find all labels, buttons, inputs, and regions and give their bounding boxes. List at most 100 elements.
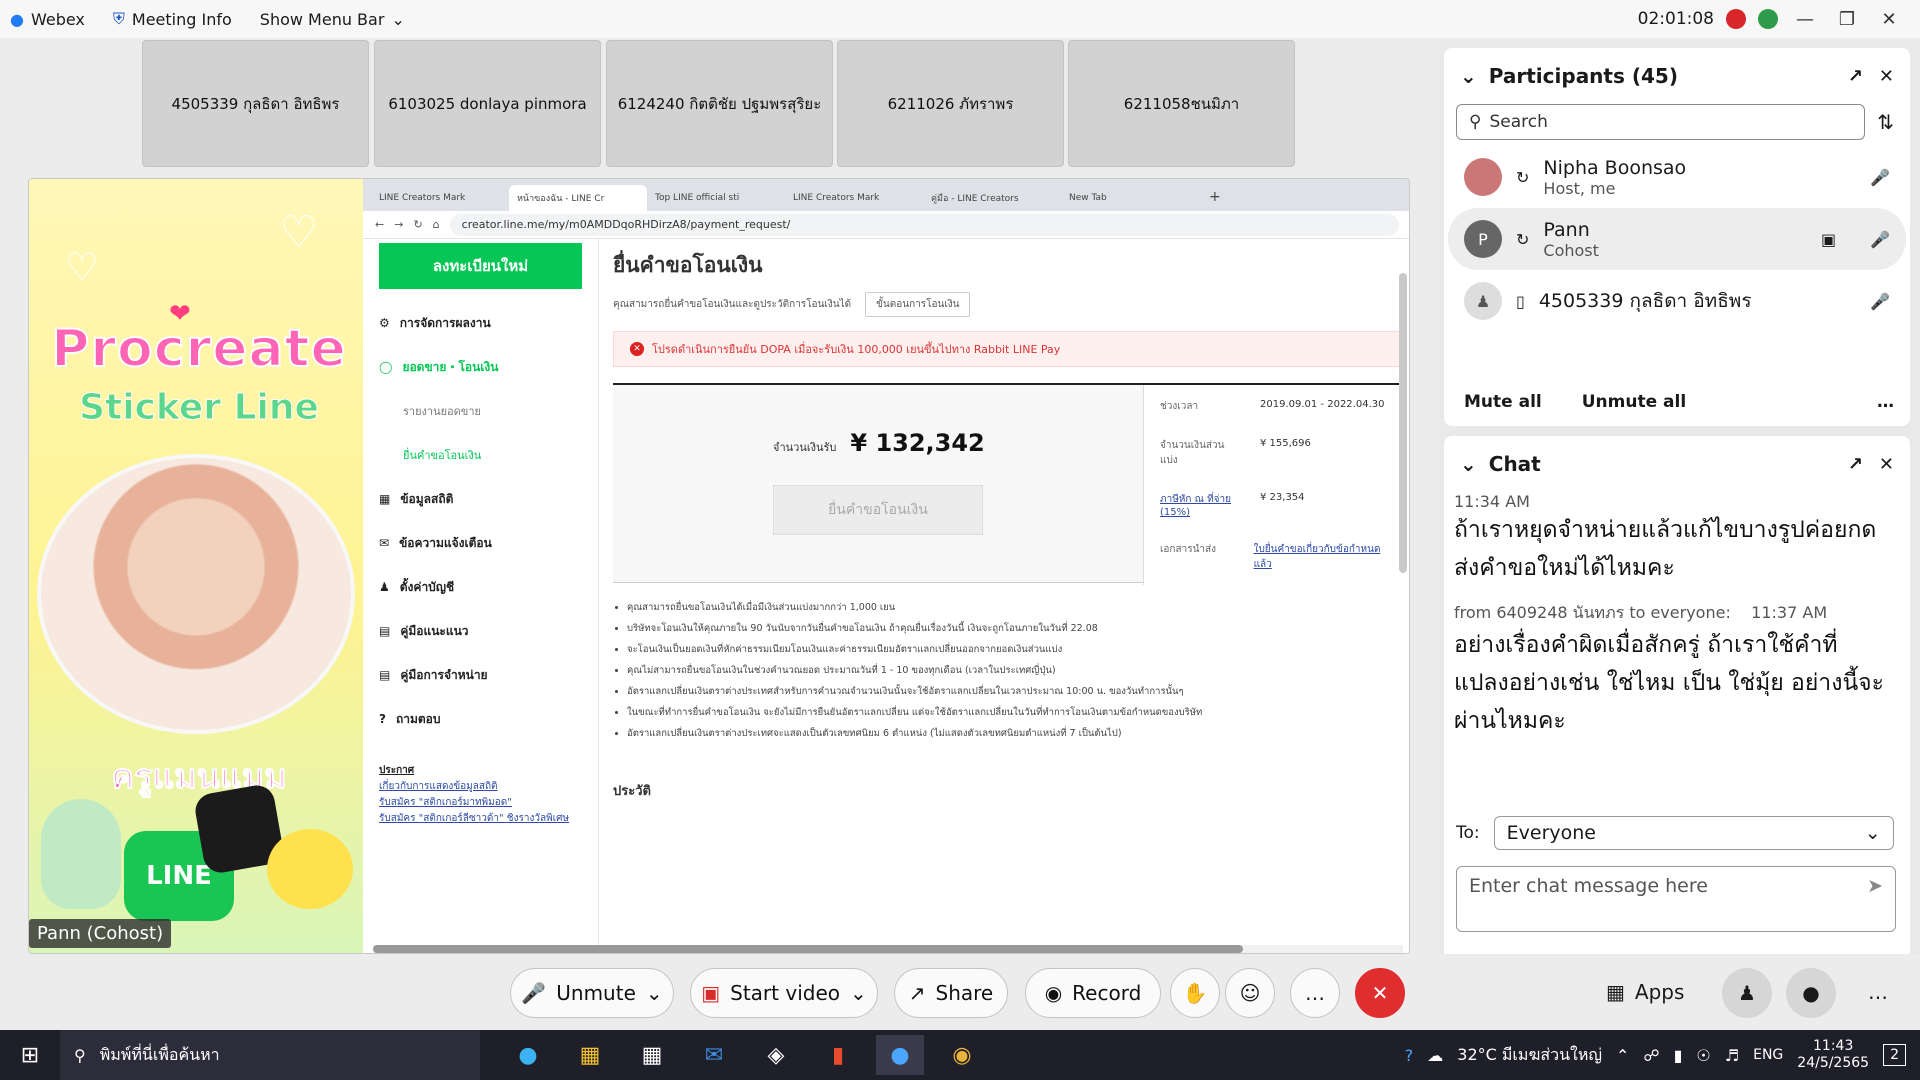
weather-text[interactable]: 32°C มีเมฆส่วนใหญ่ bbox=[1457, 1043, 1602, 1068]
notification-icon[interactable]: 2 bbox=[1883, 1044, 1906, 1066]
mic-on-icon[interactable]: 🎤 bbox=[1870, 230, 1890, 249]
back-icon[interactable]: ← bbox=[375, 218, 384, 231]
horizontal-scrollbar[interactable] bbox=[373, 945, 1403, 953]
participant-tile[interactable]: 4505339 กุลธิดา อิทธิพร bbox=[142, 40, 369, 167]
tray-icon[interactable]: ☍ bbox=[1643, 1046, 1659, 1065]
browser-tab-active[interactable]: หน้าของฉัน - LINE Cr bbox=[509, 185, 647, 211]
participant-tile[interactable]: 6211058ชนมิภา bbox=[1068, 40, 1295, 167]
sidebar-item-sales[interactable]: ◯ ยอดขาย・โอนเงิน bbox=[363, 345, 598, 389]
taskbar-clock[interactable]: 11:43 24/5/2565 bbox=[1797, 1038, 1869, 1072]
recipient-select[interactable]: Everyone ⌄ bbox=[1493, 816, 1894, 850]
browser-tab[interactable]: LINE Creators Mark bbox=[371, 185, 509, 211]
close-window-icon[interactable]: ✕ bbox=[1874, 9, 1904, 30]
horizontal-scroll-thumb[interactable] bbox=[373, 945, 1243, 953]
chat-toggle[interactable]: ● bbox=[1786, 968, 1836, 1018]
mail-icon[interactable]: ✉ bbox=[690, 1035, 738, 1075]
detail-label[interactable]: ภาษีหัก ณ ที่จ่าย (15%) bbox=[1160, 492, 1240, 518]
more-icon[interactable]: … bbox=[1877, 392, 1894, 412]
mute-all-button[interactable]: Mute all bbox=[1464, 392, 1542, 412]
muted-mic-icon[interactable]: 🎤 bbox=[1870, 292, 1890, 311]
apps-button[interactable]: ▦ Apps bbox=[1606, 980, 1684, 1004]
browser-tab[interactable]: คู่มือ - LINE Creators bbox=[923, 185, 1061, 211]
request-transfer-button[interactable]: ยื่นคำขอโอนเงิน bbox=[773, 485, 983, 535]
steps-button[interactable]: ขั้นตอนการโอนเงิน bbox=[865, 292, 971, 317]
participant-row[interactable]: P ↻ Pann Cohost ▣ 🎤 bbox=[1448, 208, 1906, 270]
show-menu-bar-button[interactable]: Show Menu Bar ⌄ bbox=[260, 10, 405, 29]
volume-icon[interactable]: ♬ bbox=[1725, 1046, 1739, 1065]
participant-row[interactable]: ↻ Nipha Boonsao Host, me 🎤 bbox=[1448, 146, 1906, 208]
participant-tile[interactable]: 6211026 ภัทราพร bbox=[837, 40, 1064, 167]
participants-search[interactable]: ⚲ Search bbox=[1456, 104, 1866, 140]
chat-panel: ⌄ Chat ↗ ✕ 11:34 AM ถ้าเราหยุดจำหน่ายแล้… bbox=[1444, 436, 1910, 988]
participant-tile[interactable]: 6124240 กิตติชัย ปฐมพรสุริยะ bbox=[606, 40, 833, 167]
url-field[interactable]: creator.line.me/my/m0AMDDqoRHDirzA8/paym… bbox=[449, 213, 1399, 236]
wifi-icon[interactable]: ☉ bbox=[1696, 1046, 1710, 1065]
more-icon[interactable]: … bbox=[1868, 980, 1888, 1004]
office-icon[interactable]: ▮ bbox=[814, 1035, 862, 1075]
forward-icon[interactable]: → bbox=[394, 218, 403, 231]
webex-taskbar-icon[interactable]: ● bbox=[876, 1035, 924, 1075]
edge-icon[interactable]: ● bbox=[504, 1035, 552, 1075]
sidebar-item-notices[interactable]: ✉ ข้อความแจ้งเตือน bbox=[363, 521, 598, 565]
register-new-button[interactable]: ลงทะเบียนใหม่ bbox=[379, 243, 582, 289]
sidebar-item-faq[interactable]: ? ถามตอบ bbox=[363, 697, 598, 741]
sidebar-item-account[interactable]: ♟ ตั้งค่าบัญชี bbox=[363, 565, 598, 609]
participant-row[interactable]: ♟ ▯ 4505339 กุลธิดา อิทธิพร 🎤 bbox=[1448, 270, 1906, 332]
collapse-chevron-icon[interactable]: ⌄ bbox=[1460, 452, 1477, 476]
sidebar-subitem-request[interactable]: ยื่นคำขอโอนเงิน bbox=[363, 433, 598, 477]
close-icon[interactable]: ✕ bbox=[1879, 66, 1894, 87]
browser-tab[interactable]: Top LINE official sti bbox=[647, 185, 785, 211]
more-options-button[interactable]: … bbox=[1290, 968, 1340, 1018]
browser-tab[interactable]: New Tab bbox=[1061, 185, 1199, 211]
sidebar-link[interactable]: เกี่ยวกับการแสดงข้อมูลสถิติ bbox=[379, 779, 582, 795]
file-explorer-icon[interactable]: ▦ bbox=[566, 1035, 614, 1075]
store-icon[interactable]: ▦ bbox=[628, 1035, 676, 1075]
sidebar-subitem-report[interactable]: รายงานยอดขาย bbox=[363, 389, 598, 433]
muted-mic-icon[interactable]: 🎤 bbox=[1870, 168, 1890, 187]
sort-icon[interactable]: ⇅ bbox=[1877, 110, 1894, 134]
taskbar-search[interactable]: ⚲ พิมพ์ที่นี่เพื่อค้นหา bbox=[60, 1030, 480, 1080]
close-icon[interactable]: ✕ bbox=[1879, 454, 1894, 475]
clock-time: 11:43 bbox=[1813, 1038, 1854, 1054]
windows-start-icon[interactable]: ⊞ bbox=[0, 1035, 60, 1075]
help-icon[interactable]: ? bbox=[1405, 1046, 1414, 1065]
record-button[interactable]: ◉ Record bbox=[1025, 968, 1161, 1018]
browser-tab[interactable]: LINE Creators Mark bbox=[785, 185, 923, 211]
leave-meeting-button[interactable]: ✕ bbox=[1355, 968, 1405, 1018]
unmute-all-button[interactable]: Unmute all bbox=[1582, 392, 1686, 412]
page-scrollbar[interactable] bbox=[1399, 273, 1407, 573]
chevron-up-icon[interactable]: ⌃ bbox=[1616, 1046, 1629, 1065]
chat-input[interactable]: Enter chat message here ➤ bbox=[1456, 866, 1896, 932]
participant-tile[interactable]: 6103025 donlaya pinmora bbox=[374, 40, 601, 167]
network-stats-icon[interactable] bbox=[1758, 9, 1778, 29]
send-icon[interactable]: ➤ bbox=[1867, 875, 1883, 923]
minimize-icon[interactable]: — bbox=[1790, 9, 1820, 30]
popout-icon[interactable]: ↗ bbox=[1848, 454, 1863, 475]
video-camera-icon[interactable]: ▣ bbox=[1821, 230, 1836, 249]
meeting-info-button[interactable]: ⛨ Meeting Info bbox=[113, 9, 232, 29]
raise-hand-button[interactable]: ✋ bbox=[1170, 968, 1220, 1018]
sidebar-link[interactable]: รับสมัคร "สติกเกอร์มาทพิมอด" bbox=[379, 795, 582, 811]
app-icon[interactable]: ◈ bbox=[752, 1035, 800, 1075]
language-indicator[interactable]: ENG bbox=[1753, 1047, 1783, 1063]
detail-value[interactable]: ใบยื่นคำขอเกี่ยวกับข้อกำหนดแล้ว bbox=[1254, 542, 1387, 572]
new-tab-icon[interactable]: + bbox=[1199, 189, 1231, 211]
reactions-button[interactable]: ☺ bbox=[1225, 968, 1275, 1018]
unmute-button[interactable]: 🎤 Unmute ⌄ bbox=[510, 968, 674, 1018]
sidebar-item-guide[interactable]: ▤ คู่มือแนะแนว bbox=[363, 609, 598, 653]
start-video-button[interactable]: ▣ Start video ⌄ bbox=[690, 968, 878, 1018]
battery-icon[interactable]: ▮ bbox=[1674, 1046, 1683, 1065]
sidebar-item-manage[interactable]: ⚙ การจัดการผลงาน bbox=[363, 301, 598, 345]
home-icon[interactable]: ⌂ bbox=[433, 218, 440, 231]
sidebar-link[interactable]: ประกาศ bbox=[379, 763, 582, 779]
share-button[interactable]: ↗ Share bbox=[894, 968, 1008, 1018]
participants-toggle[interactable]: ♟ bbox=[1722, 968, 1772, 1018]
collapse-chevron-icon[interactable]: ⌄ bbox=[1460, 64, 1477, 88]
sidebar-link[interactable]: รับสมัคร "สติกเกอร์ลีซาวด้า" ชิงรางวัลพิ… bbox=[379, 811, 582, 827]
sidebar-item-sales-guide[interactable]: ▤ คู่มือการจำหน่าย bbox=[363, 653, 598, 697]
popout-icon[interactable]: ↗ bbox=[1848, 66, 1863, 87]
chrome-icon[interactable]: ◉ bbox=[938, 1035, 986, 1075]
sidebar-item-stats[interactable]: ▦ ข้อมูลสถิติ bbox=[363, 477, 598, 521]
reload-icon[interactable]: ↻ bbox=[413, 218, 422, 231]
restore-icon[interactable]: ❐ bbox=[1832, 9, 1862, 30]
